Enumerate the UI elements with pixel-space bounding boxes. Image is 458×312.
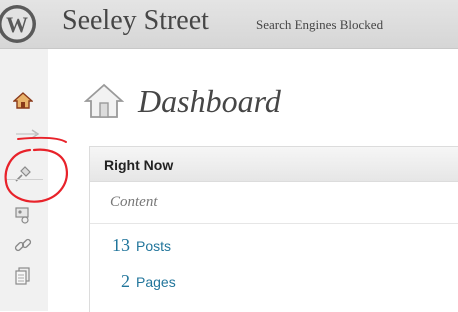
menu-media[interactable] xyxy=(5,200,41,230)
menu-links[interactable] xyxy=(5,230,41,260)
item-label[interactable]: Posts xyxy=(136,238,171,254)
search-engines-notice[interactable]: Search Engines Blocked xyxy=(256,17,383,33)
site-title[interactable]: Seeley Street xyxy=(62,5,209,37)
page-title: Dashboard xyxy=(138,83,281,119)
pin-icon xyxy=(15,166,31,182)
section-heading: Content xyxy=(110,194,158,210)
menu-posts[interactable] xyxy=(5,159,41,189)
link-icon xyxy=(14,238,32,252)
list-item[interactable]: 2 Pages xyxy=(108,271,176,292)
menu-separator xyxy=(7,179,43,180)
home-icon xyxy=(13,92,33,109)
right-now-widget: Right Now Content 13 Posts 2 Pages xyxy=(89,146,458,312)
divider xyxy=(90,223,458,224)
item-label[interactable]: Pages xyxy=(136,274,176,290)
wordpress-logo-icon[interactable]: W xyxy=(0,3,38,45)
widget-header[interactable]: Right Now xyxy=(90,147,458,182)
menu-dashboard[interactable] xyxy=(5,86,41,116)
admin-bar: W Seeley Street Search Engines Blocked xyxy=(0,0,458,49)
widget-title: Right Now xyxy=(104,157,174,173)
admin-sidebar xyxy=(0,49,48,311)
list-item[interactable]: 13 Posts xyxy=(108,235,171,256)
house-icon xyxy=(84,83,124,118)
svg-text:W: W xyxy=(6,12,28,37)
item-count[interactable]: 2 xyxy=(108,271,130,292)
pages-icon xyxy=(15,267,30,285)
main-content: Dashboard Right Now Content 13 Posts 2 Pag… xyxy=(48,49,458,312)
collapse-arrow-icon[interactable] xyxy=(14,127,44,141)
media-icon xyxy=(15,207,29,224)
menu-pages[interactable] xyxy=(5,261,41,291)
item-count[interactable]: 13 xyxy=(108,235,130,256)
